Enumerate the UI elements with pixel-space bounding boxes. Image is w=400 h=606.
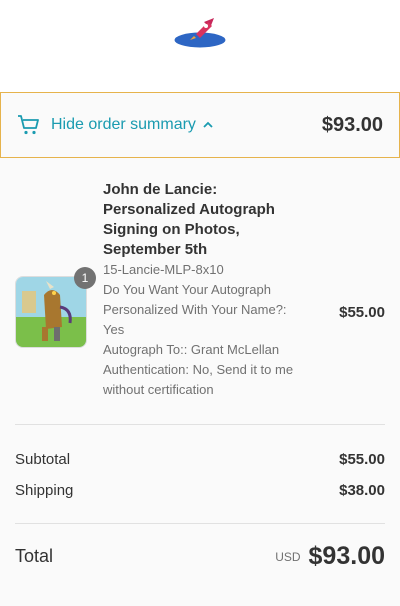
item-meta-line: Do You Want Your Autograph [103, 282, 271, 297]
subtotal-label: Subtotal [15, 451, 71, 468]
cart-icon [18, 115, 39, 135]
subtotal-value: $55.00 [339, 451, 385, 468]
header [0, 0, 400, 92]
divider [15, 523, 385, 524]
item-title-line: John de Lancie: [103, 181, 218, 198]
shipping-label: Shipping [15, 482, 74, 499]
item-meta-line: without certification [103, 382, 214, 397]
item-meta-line: Autograph To:: Grant McLellan [103, 342, 280, 357]
rocket-logo-icon [173, 18, 227, 49]
order-summary-toggle[interactable]: Hide order summary $93.00 [0, 92, 400, 158]
line-item: 1 John de Lancie: Personalized Autograph… [15, 180, 385, 400]
total-label: Total [15, 546, 54, 566]
item-meta-line: 15-Lancie-MLP-8x10 [103, 262, 224, 277]
chevron-up-icon [203, 121, 213, 128]
item-title-line: Signing on Photos, [103, 221, 240, 238]
shipping-value: $38.00 [339, 482, 385, 499]
total-row: Total USD $93.00 [15, 542, 385, 571]
item-meta-line: Personalized With Your Name?: [103, 302, 287, 317]
toggle-label: Hide order summary [51, 116, 196, 133]
item-meta-line: Authentication: No, Send it to me [103, 362, 294, 377]
item-title-line: September 5th [103, 241, 208, 258]
currency-code: USD [275, 549, 301, 564]
quantity-badge: 1 [74, 267, 96, 289]
item-details: John de Lancie: Personalized Autograph S… [103, 180, 313, 400]
total-value: $93.00 [308, 542, 385, 570]
order-summary: 1 John de Lancie: Personalized Autograph… [0, 158, 400, 606]
item-title-line: Personalized Autograph [103, 201, 275, 218]
product-image [16, 277, 86, 347]
galaxycon-logo[interactable] [170, 16, 230, 56]
product-thumbnail [15, 276, 87, 348]
subtotal-row: Subtotal $55.00 [15, 451, 385, 468]
divider [15, 424, 385, 425]
item-meta-line: Yes [103, 322, 125, 337]
shipping-row: Shipping $38.00 [15, 482, 385, 499]
item-price: $55.00 [339, 304, 385, 321]
summary-total: $93.00 [321, 113, 383, 136]
